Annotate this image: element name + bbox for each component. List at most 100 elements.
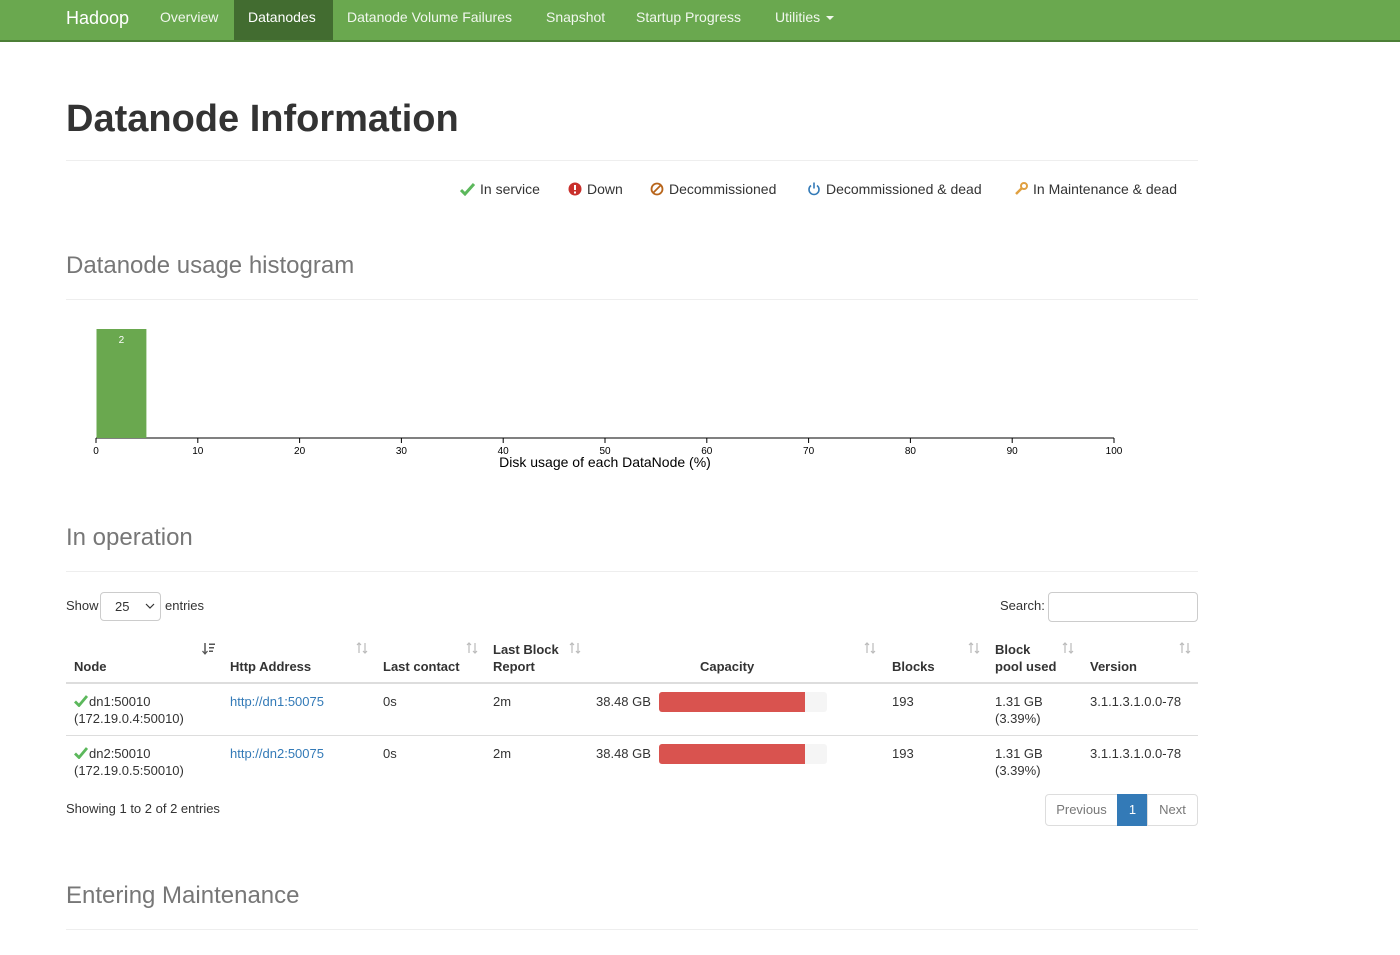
column-header-last-block-report[interactable]: Last Block Report (493, 641, 563, 675)
x-axis-label: Disk usage of each DataNode (%) (499, 454, 711, 470)
column-header-node[interactable]: Node (74, 658, 107, 675)
pool-used-percent: (3.39%) (995, 763, 1041, 778)
legend-label: In service (480, 181, 540, 197)
nav-overview[interactable]: Overview (146, 0, 232, 40)
check-icon (459, 182, 476, 197)
show-label: Show (66, 598, 99, 613)
caret-down-icon (826, 16, 835, 21)
column-header-block-pool-used[interactable]: Block pool used (995, 641, 1057, 675)
node-cell: dn2:50010 (172.19.0.5:50010) (74, 745, 184, 779)
sort-icon[interactable] (968, 642, 980, 654)
ban-icon (650, 182, 664, 196)
search-input[interactable] (1048, 592, 1198, 622)
previous-page-button[interactable]: Previous (1045, 794, 1118, 826)
block-pool-used: 1.31 GB (3.39%) (995, 745, 1043, 779)
x-tick-label: 80 (905, 446, 917, 457)
check-icon (74, 747, 88, 759)
capacity-progress-fill (659, 744, 806, 764)
node-ip: (172.19.0.4:50010) (74, 711, 184, 726)
in-operation-heading: In operation (66, 524, 193, 551)
column-header-capacity[interactable]: Capacity (700, 658, 754, 675)
capacity-progress-fill (659, 692, 806, 712)
exclamation-circle-icon (568, 182, 582, 196)
legend-label: Down (587, 181, 623, 197)
x-tick-label: 20 (294, 446, 306, 457)
capacity-progress-bar (659, 744, 827, 764)
legend-decommissioned-dead: Decommissioned & dead (807, 181, 982, 197)
divider (66, 929, 1198, 930)
top-navbar: Hadoop Overview Datanodes Datanode Volum… (0, 0, 1400, 42)
page-size-value: 25 (115, 599, 130, 614)
sort-icon[interactable] (466, 642, 478, 654)
power-icon (808, 182, 820, 196)
column-header-version[interactable]: Version (1090, 658, 1137, 675)
pool-used-size: 1.31 GB (995, 746, 1043, 761)
nav-utilities-dropdown[interactable]: Utilities (761, 0, 848, 40)
column-header-last-contact[interactable]: Last contact (383, 658, 460, 675)
entries-label: entries (165, 598, 205, 613)
sort-icon[interactable] (356, 642, 368, 654)
http-address-link[interactable]: http://dn2:50075 (230, 745, 324, 762)
table-row: dn2:50010 (172.19.0.5:50010) http://dn2:… (66, 735, 1198, 787)
legend-maintenance-dead: In Maintenance & dead (1014, 181, 1177, 197)
last-contact: 0s (383, 694, 397, 709)
nav-datanodes[interactable]: Datanodes (234, 0, 333, 40)
version-value: 3.1.1.3.1.0.0-78 (1090, 694, 1182, 709)
last-block-report: 2m (493, 694, 512, 709)
histogram-bars: 2 (96, 329, 147, 438)
column-header-http-address[interactable]: Http Address (230, 658, 311, 675)
legend-down: Down (568, 181, 623, 197)
x-tick-label: 0 (93, 446, 99, 457)
nav-datanode-volume-failures[interactable]: Datanode Volume Failures (333, 0, 526, 40)
nav-utilities-label: Utilities (775, 9, 821, 25)
divider (66, 299, 1198, 300)
legend-decommissioned: Decommissioned (650, 181, 776, 197)
check-icon (74, 695, 88, 707)
table-row: dn1:50010 (172.19.0.4:50010) http://dn1:… (66, 683, 1198, 735)
legend-label: Decommissioned (669, 181, 777, 197)
last-contact: 0s (383, 746, 397, 761)
sort-icon[interactable] (864, 642, 876, 654)
blocks-value: 193 (892, 746, 914, 761)
x-tick-label: 10 (192, 446, 204, 457)
sort-icon[interactable] (1179, 642, 1191, 654)
sort-icon[interactable] (1062, 642, 1074, 654)
column-header-blocks[interactable]: Blocks (892, 658, 935, 675)
page-1-button[interactable]: 1 (1117, 794, 1148, 826)
legend-in-service: In service (459, 181, 540, 197)
chevron-down-icon (145, 603, 155, 609)
pool-used-percent: (3.39%) (995, 711, 1041, 726)
sort-asc-icon[interactable] (202, 642, 216, 655)
next-page-button[interactable]: Next (1147, 794, 1198, 826)
wrench-icon (1015, 182, 1028, 195)
divider (66, 160, 1198, 161)
legend-label: Decommissioned & dead (826, 181, 982, 197)
pool-used-size: 1.31 GB (995, 694, 1043, 709)
last-block-report: 2m (493, 746, 512, 761)
capacity-value: 38.48 GB (596, 746, 651, 761)
entering-maintenance-heading: Entering Maintenance (66, 882, 300, 909)
capacity-progress-bar (659, 692, 827, 712)
block-pool-used: 1.31 GB (3.39%) (995, 693, 1043, 727)
nav-startup-progress[interactable]: Startup Progress (622, 0, 755, 40)
histogram-heading: Datanode usage histogram (66, 252, 355, 279)
blocks-value: 193 (892, 694, 914, 709)
node-ip: (172.19.0.5:50010) (74, 763, 184, 778)
x-tick-label: 100 (1106, 446, 1123, 457)
histogram-bar-label: 2 (119, 335, 125, 346)
node-name: dn1:50010 (89, 694, 151, 709)
page-title: Datanode Information (66, 98, 459, 140)
brand-logo[interactable]: Hadoop (66, 8, 129, 29)
table-info: Showing 1 to 2 of 2 entries (66, 801, 220, 816)
capacity-value: 38.48 GB (596, 694, 651, 709)
version-value: 3.1.1.3.1.0.0-78 (1090, 746, 1182, 761)
sort-icon[interactable] (569, 642, 581, 654)
page-size-select[interactable]: 25 (100, 592, 161, 621)
legend-label: In Maintenance & dead (1033, 181, 1177, 197)
x-tick-label: 70 (803, 446, 815, 457)
search-label: Search: (1000, 598, 1045, 613)
nav-snapshot[interactable]: Snapshot (532, 0, 619, 40)
node-cell: dn1:50010 (172.19.0.4:50010) (74, 693, 184, 727)
http-address-link[interactable]: http://dn1:50075 (230, 693, 324, 710)
usage-histogram-chart: 0 10 20 30 40 50 60 70 80 90 100 2 Disk usage of e… (93, 329, 1123, 470)
